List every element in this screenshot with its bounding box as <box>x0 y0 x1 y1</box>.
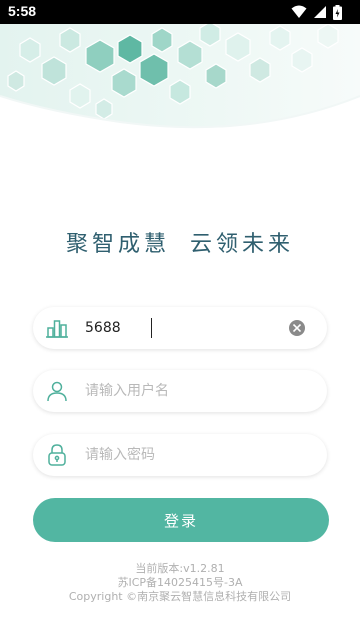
password-input[interactable] <box>85 434 285 476</box>
username-input[interactable] <box>85 370 285 412</box>
icp-text: 苏ICP备14025415号-3A <box>117 576 243 589</box>
signal-icon <box>314 6 326 18</box>
hexagon-pattern-image <box>0 24 360 129</box>
user-icon <box>47 381 67 402</box>
org-code-input[interactable] <box>85 307 285 349</box>
status-bar: 5:58 <box>0 0 360 24</box>
status-time: 5:58 <box>8 3 37 19</box>
hero-banner <box>0 24 360 132</box>
version-text: 当前版本:v1.2.81 <box>135 562 225 575</box>
lock-icon <box>48 444 66 466</box>
buildings-icon <box>46 320 68 338</box>
text-cursor <box>151 318 152 338</box>
status-icons <box>291 4 342 20</box>
slogan-part-2: 云领未来 <box>190 232 295 257</box>
username-field[interactable] <box>33 370 327 412</box>
clear-input-icon[interactable] <box>289 320 305 336</box>
password-field[interactable] <box>33 434 327 476</box>
footer: 当前版本:v1.2.81 苏ICP备14025415号-3A Copyright… <box>0 562 360 604</box>
wifi-icon <box>291 5 307 18</box>
login-button[interactable]: 登录 <box>33 498 329 542</box>
battery-icon <box>333 4 342 20</box>
org-code-field[interactable] <box>33 307 327 349</box>
slogan: 聚智成慧 云领未来 <box>0 226 360 258</box>
slogan-part-1: 聚智成慧 <box>65 232 170 257</box>
copyright-text: Copyright ©南京聚云智慧信息科技有限公司 <box>68 590 292 603</box>
